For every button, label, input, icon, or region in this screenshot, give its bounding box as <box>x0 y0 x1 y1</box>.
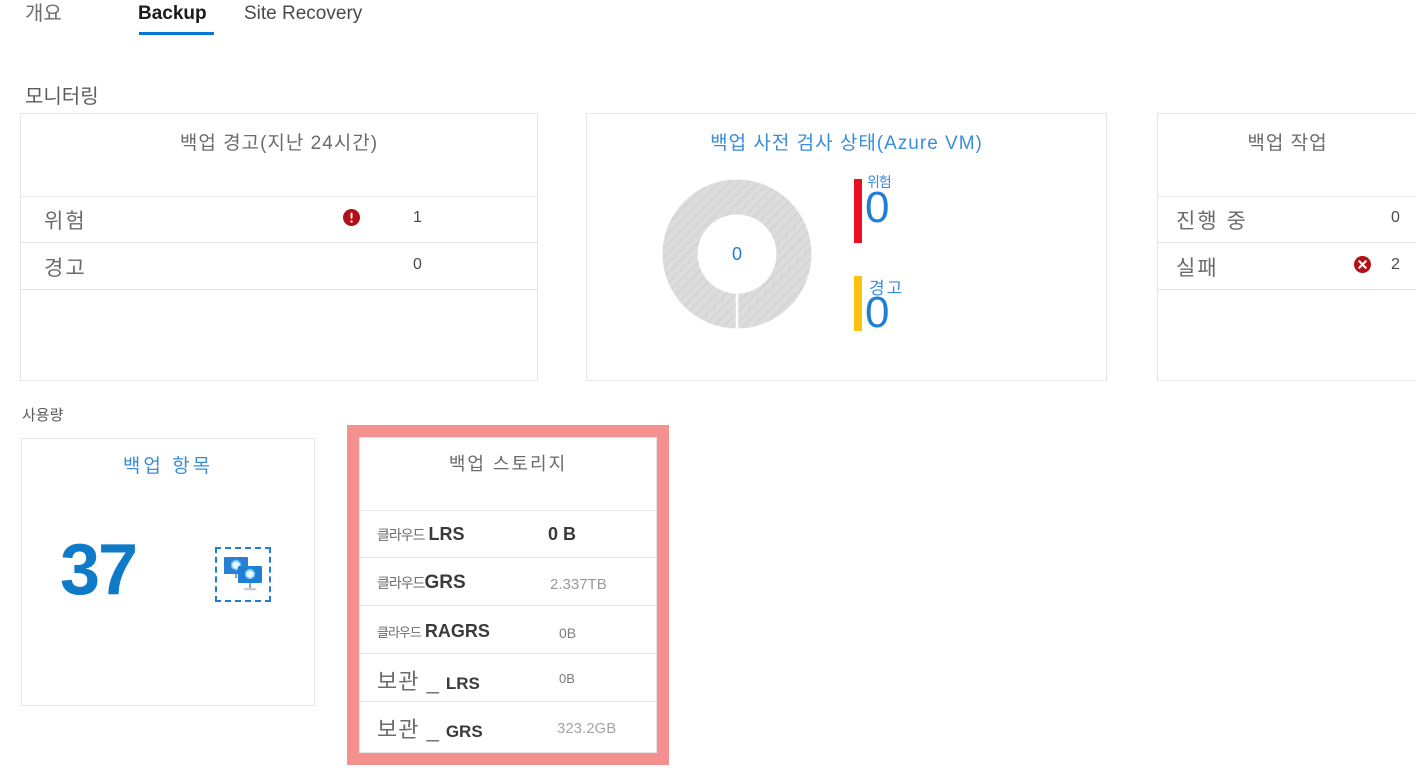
storage-row-label-en: GRS <box>424 572 466 593</box>
storage-row-value: 0B <box>559 625 577 641</box>
storage-row-value: 0 B <box>548 524 577 544</box>
section-heading-monitoring: 모니터링 <box>25 86 99 108</box>
table-row[interactable]: 진행 중 0 <box>1158 196 1416 243</box>
storage-row-label-ko: 클라우드 <box>377 575 426 591</box>
legend-swatch-warning <box>854 276 862 331</box>
storage-row-label-ko: 보관 _ <box>377 669 440 694</box>
legend-value-warning: 0 <box>865 288 890 337</box>
card-title-backup-storage: 백업 스토리지 <box>448 454 568 474</box>
alert-row-value: 1 <box>413 209 422 226</box>
storage-row-label-en: RAGRS <box>424 621 490 641</box>
storage-row-label-ko: 클라우드 <box>377 527 426 543</box>
table-row[interactable]: 위험 1 <box>21 196 537 243</box>
storage-row-label: 클라우드 RAGRS <box>377 621 490 642</box>
backup-items-count: 37 <box>60 530 138 610</box>
job-row-label: 실패 <box>1176 257 1219 280</box>
virtual-machines-icon[interactable] <box>215 547 271 602</box>
storage-row-label-ko: 보관 _ <box>377 717 440 742</box>
job-row-value: 2 <box>1391 256 1400 273</box>
storage-row-label: 클라우드GRS <box>377 572 466 594</box>
error-circle-icon <box>343 209 360 226</box>
table-row[interactable]: 보관 _ GRS 323.2GB <box>360 702 656 750</box>
donut-center-value: 0 <box>731 243 742 264</box>
tab-overview[interactable]: 개요 <box>25 0 62 28</box>
card-backup-precheck-status[interactable]: 백업 사전 검사 상태(Azure VM) 0 위험 0 경고 0 <box>586 113 1107 381</box>
job-row-label: 진행 중 <box>1176 210 1248 233</box>
storage-row-label-en: LRS <box>445 674 480 693</box>
card-title-backup-jobs: 백업 작업 <box>1247 133 1328 154</box>
donut-chart: 0 <box>662 179 812 329</box>
card-backup-alerts[interactable]: 백업 경고(지난 24시간) 위험 1 경고 0 <box>20 113 538 381</box>
card-backup-storage[interactable]: 백업 스토리지 클라우드 LRS 0 B 클라우드GRS 2.337TB 클라우드… <box>359 437 657 753</box>
tab-site-recovery[interactable]: Site Recovery <box>244 0 362 28</box>
storage-row-label-en: GRS <box>445 722 483 741</box>
table-row[interactable]: 보관 _ LRS 0B <box>360 654 656 702</box>
storage-row-label: 클라우드 LRS <box>377 524 465 545</box>
alert-row-value: 0 <box>413 256 422 273</box>
highlight-annotation-box: 백업 스토리지 클라우드 LRS 0 B 클라우드GRS 2.337TB 클라우드… <box>347 425 669 765</box>
card-title-backup-alerts: 백업 경고(지난 24시간) <box>179 133 379 154</box>
table-row[interactable]: 클라우드 RAGRS 0B <box>360 606 656 654</box>
tab-backup[interactable]: Backup <box>138 0 207 28</box>
table-row[interactable]: 실패 2 <box>1158 243 1416 290</box>
section-heading-usage: 사용량 <box>22 407 64 424</box>
storage-row-value: 0B <box>559 671 575 686</box>
table-row[interactable]: 경고 0 <box>21 243 537 290</box>
storage-row-value: 323.2GB <box>557 720 617 737</box>
tab-bar: 개요 Backup Site Recovery <box>0 0 1416 42</box>
storage-row-label-ko: 클라우드 <box>377 625 422 640</box>
alert-row-label: 위험 <box>44 210 87 233</box>
table-row[interactable]: 클라우드GRS 2.337TB <box>360 558 656 606</box>
table-row[interactable]: 클라우드 LRS 0 B <box>360 510 656 558</box>
legend-swatch-critical <box>854 179 862 243</box>
job-row-value: 0 <box>1391 209 1400 226</box>
legend-value-critical: 0 <box>865 183 890 232</box>
storage-row-label: 보관 _ GRS <box>377 712 483 744</box>
storage-row-label: 보관 _ LRS <box>377 664 480 696</box>
card-backup-jobs[interactable]: 백업 작업 진행 중 0 실패 2 <box>1157 113 1416 381</box>
card-title-backup-precheck-status: 백업 사전 검사 상태(Azure VM) <box>710 133 983 154</box>
error-x-circle-icon <box>1354 256 1371 273</box>
card-title-backup-items: 백업 항목 <box>122 456 214 477</box>
storage-row-label-en: LRS <box>428 524 465 544</box>
storage-row-value: 2.337TB <box>550 576 607 593</box>
alert-row-label: 경고 <box>44 257 87 280</box>
active-tab-indicator <box>139 32 214 35</box>
card-backup-items[interactable]: 백업 항목 37 <box>21 438 315 706</box>
